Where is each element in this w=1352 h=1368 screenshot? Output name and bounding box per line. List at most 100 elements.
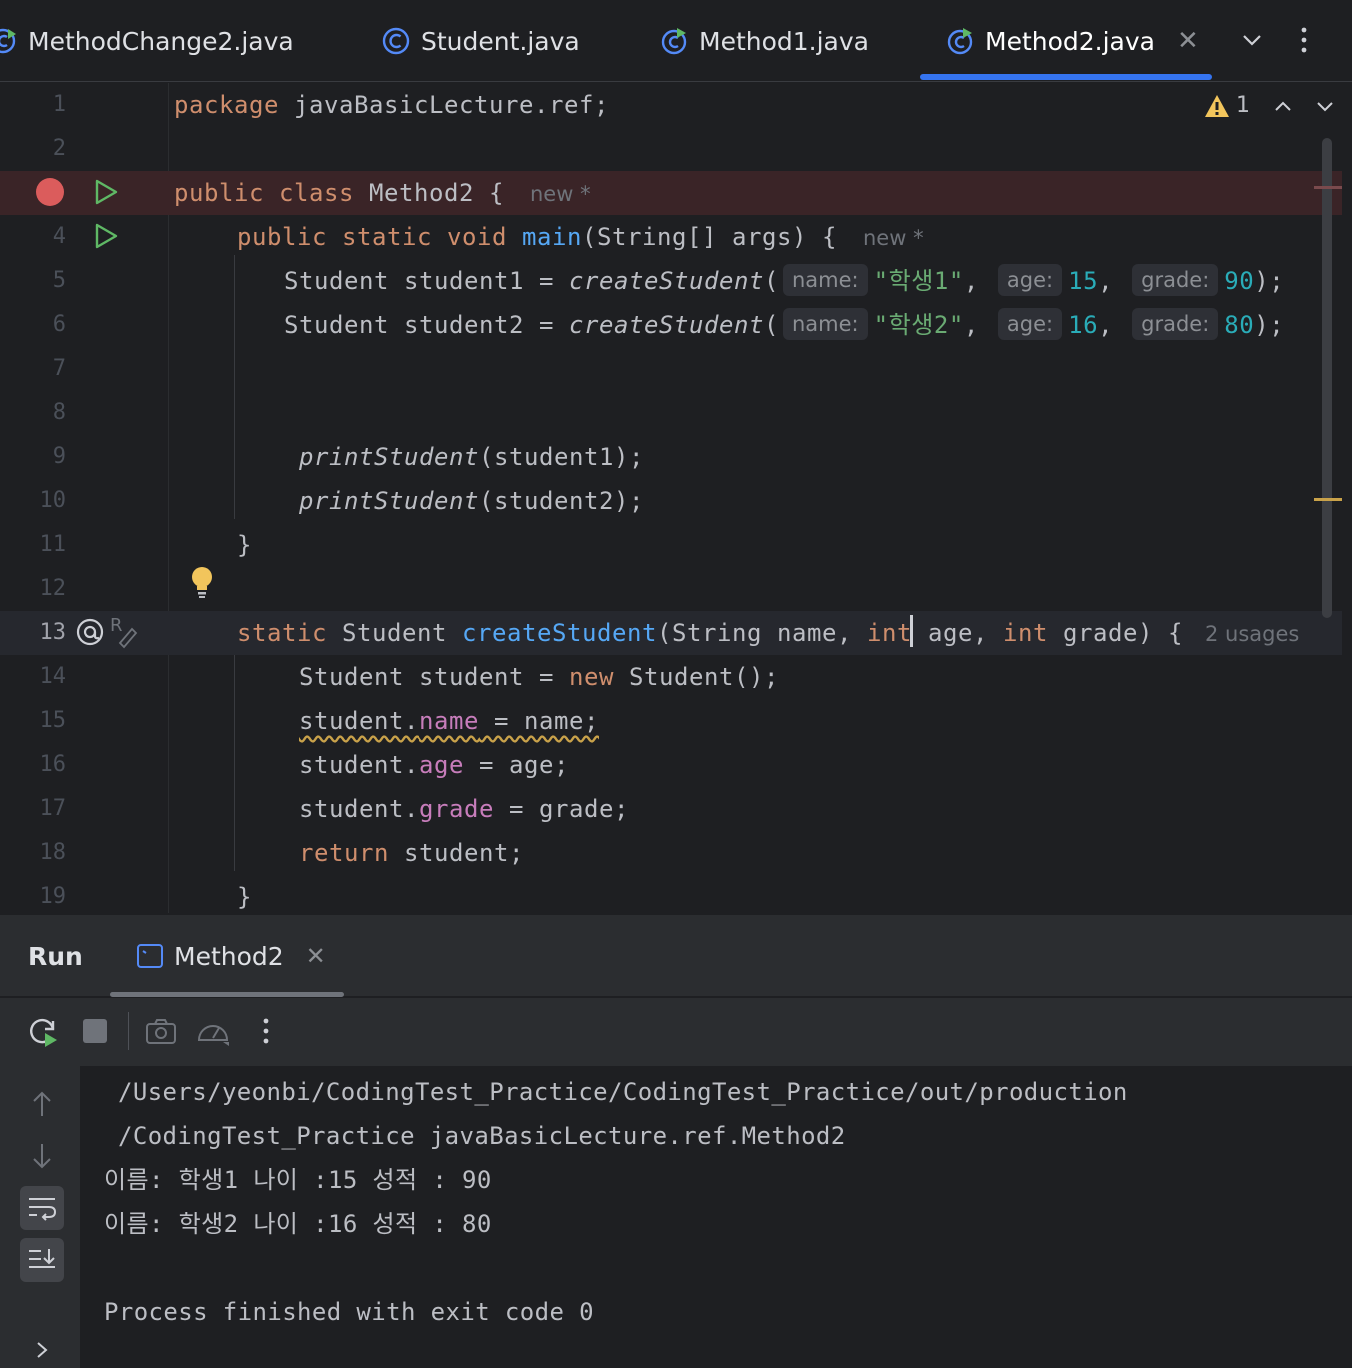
code-text: (student1); bbox=[479, 443, 644, 471]
rerun-icon[interactable] bbox=[26, 1014, 60, 1048]
keyword: int bbox=[867, 619, 912, 647]
line-number: 13 bbox=[39, 620, 67, 645]
line-number: 5 bbox=[52, 268, 66, 293]
arrow-up-icon[interactable] bbox=[20, 1082, 64, 1126]
code-text: } bbox=[237, 883, 252, 911]
code-text: return student; bbox=[299, 831, 524, 875]
active-tab-indicator bbox=[110, 992, 344, 997]
code-line: 19 } bbox=[0, 875, 1342, 913]
code-text: printStudent(student2); bbox=[299, 479, 644, 523]
number-literal: 90 bbox=[1224, 267, 1255, 295]
camera-icon[interactable] bbox=[144, 1014, 178, 1048]
console-line: /Users/yeonbi/CodingTest_Practice/Coding… bbox=[118, 1078, 1128, 1106]
soft-wrap-icon[interactable] bbox=[20, 1186, 64, 1230]
line-number: 19 bbox=[39, 884, 67, 909]
chevron-right-icon[interactable] bbox=[20, 1328, 64, 1368]
stop-icon[interactable] bbox=[78, 1014, 112, 1048]
run-tab-method2[interactable]: Method2 ✕ bbox=[136, 915, 326, 997]
code-text: Student student2 = createStudent(name: "학… bbox=[284, 303, 1284, 347]
code-text: Student student1 = createStudent(name: "학… bbox=[284, 259, 1284, 303]
code-line: 7 bbox=[0, 347, 1342, 391]
param-hint: name: bbox=[783, 308, 868, 340]
run-gutter-icon[interactable] bbox=[92, 178, 120, 206]
more-vertical-icon[interactable] bbox=[249, 1014, 283, 1048]
code-text: javaBasicLecture.ref; bbox=[279, 91, 609, 119]
console-line: 이름: 학생2 나이 :16 성적 : 80 bbox=[104, 1210, 492, 1238]
code-line: 5 Student student1 = createStudent(name:… bbox=[0, 259, 1342, 303]
error-stripe-mark[interactable] bbox=[1314, 186, 1342, 189]
number-literal: 15 bbox=[1068, 267, 1099, 295]
line-number: 17 bbox=[39, 796, 67, 821]
code-text: ); bbox=[1254, 311, 1285, 339]
scroll-to-end-icon[interactable] bbox=[20, 1238, 64, 1282]
lightbulb-icon[interactable] bbox=[188, 565, 216, 599]
breakpoint-icon[interactable] bbox=[36, 178, 64, 206]
code-line: 16 student.age = age; bbox=[0, 743, 1342, 787]
code-line-breakpoint: 3 public class Method2 {new * bbox=[0, 171, 1342, 215]
code-line: 14 Student student = new Student(); bbox=[0, 655, 1342, 699]
string-literal: "학생2" bbox=[873, 311, 964, 339]
line-number: 9 bbox=[52, 444, 66, 469]
line-number: 10 bbox=[39, 488, 67, 513]
tab-label: Student.java bbox=[421, 26, 580, 56]
code-text: ( bbox=[764, 267, 779, 295]
console-line: Process finished with exit code 0 bbox=[104, 1298, 595, 1326]
vertical-scrollbar[interactable] bbox=[1322, 138, 1332, 618]
arrow-down-icon[interactable] bbox=[20, 1134, 64, 1178]
method-call: printStudent bbox=[299, 443, 479, 471]
run-panel-title: Run bbox=[28, 942, 83, 971]
code-line-current: 13 static Student createStudent(String n… bbox=[0, 611, 1342, 655]
code-line: 4 public static void main(String[] args)… bbox=[0, 215, 1342, 259]
tab-student[interactable]: Student.java bbox=[381, 0, 580, 82]
code-text: grade) { bbox=[1048, 619, 1183, 647]
code-text: age, bbox=[913, 619, 1003, 647]
field-name: name bbox=[419, 707, 479, 735]
run-gutter-icon[interactable] bbox=[92, 222, 120, 250]
inspection-widget[interactable]: 1 bbox=[1204, 93, 1336, 118]
usages-hint[interactable]: 2 usages bbox=[1205, 622, 1299, 646]
profiler-icon[interactable] bbox=[196, 1014, 230, 1048]
inlay-hint[interactable]: new * bbox=[863, 226, 924, 250]
tab-methodchange2[interactable]: MethodChange2.java bbox=[0, 0, 294, 82]
method-call: printStudent bbox=[299, 487, 479, 515]
chevron-down-icon[interactable] bbox=[1314, 95, 1336, 117]
override-icon[interactable]: R bbox=[74, 613, 140, 649]
keyword: new bbox=[569, 663, 614, 691]
more-vertical-icon[interactable] bbox=[1286, 22, 1322, 58]
code-line: 17 student.grade = grade; bbox=[0, 787, 1342, 831]
code-text: } bbox=[237, 531, 252, 559]
code-line: 8 bbox=[0, 391, 1342, 435]
code-text: Student student = new Student(); bbox=[299, 655, 779, 699]
editor-tab-bar: MethodChange2.java Student.java Method1.… bbox=[0, 0, 1352, 82]
code-text: Student student1 = bbox=[284, 267, 569, 295]
chevron-up-icon[interactable] bbox=[1272, 95, 1294, 117]
tab-method2[interactable]: Method2.java ✕ bbox=[945, 0, 1199, 82]
console-output[interactable]: /Users/yeonbi/CodingTest_Practice/Coding… bbox=[80, 1066, 1352, 1368]
chevron-down-icon[interactable] bbox=[1234, 22, 1270, 58]
code-text: public class Method2 {new * bbox=[174, 171, 591, 216]
keyword: static bbox=[237, 619, 327, 647]
console-line: /CodingTest_Practice javaBasicLecture.re… bbox=[118, 1122, 846, 1150]
code-text: (String[] args) { bbox=[582, 223, 837, 251]
close-icon[interactable]: ✕ bbox=[1177, 26, 1199, 56]
close-icon[interactable]: ✕ bbox=[306, 942, 326, 970]
console-icon bbox=[137, 944, 163, 968]
warning-count: 1 bbox=[1236, 93, 1250, 118]
method-name: main bbox=[522, 223, 582, 251]
tab-method1[interactable]: Method1.java bbox=[659, 0, 869, 82]
param-hint: grade: bbox=[1132, 308, 1219, 340]
line-number: 16 bbox=[39, 752, 67, 777]
code-text: student. bbox=[299, 707, 419, 735]
code-text: student. bbox=[299, 751, 419, 779]
type-name: Student bbox=[327, 619, 462, 647]
code-line: 2 bbox=[0, 127, 1342, 171]
inlay-hint[interactable]: new * bbox=[530, 182, 591, 206]
code-text: ); bbox=[1254, 267, 1285, 295]
code-editor[interactable]: 1 package javaBasicLecture.ref; 2 3 publ… bbox=[0, 83, 1352, 913]
line-number: 12 bbox=[39, 576, 67, 601]
line-number: 1 bbox=[52, 92, 66, 117]
active-tab-indicator bbox=[920, 74, 1212, 80]
warning-stripe-mark[interactable] bbox=[1314, 498, 1342, 501]
code-text: public static void main(String[] args) {… bbox=[237, 215, 924, 260]
line-number: 8 bbox=[52, 400, 66, 425]
